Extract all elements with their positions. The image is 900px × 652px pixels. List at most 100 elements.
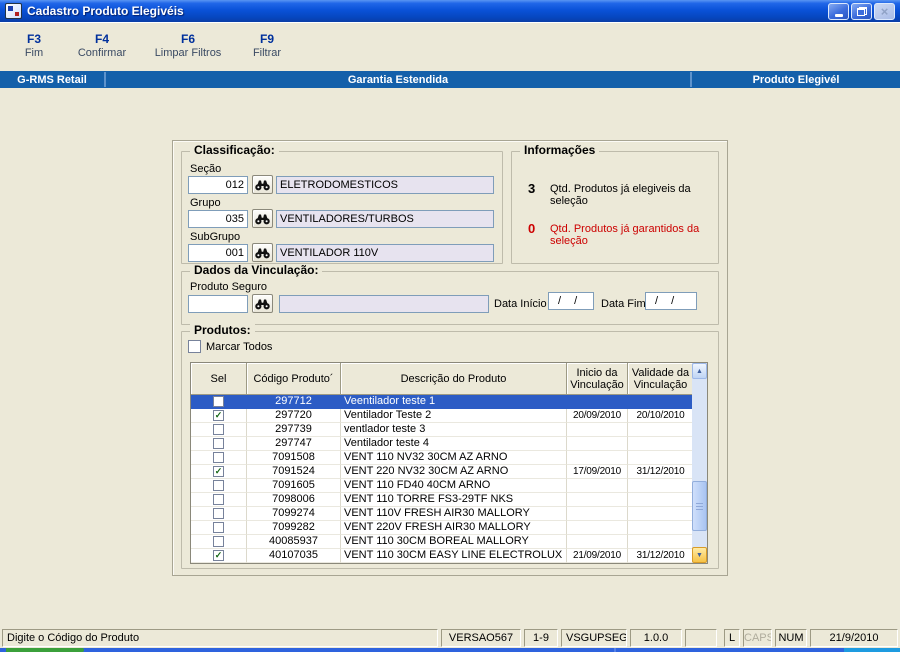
row-checkbox[interactable] [213,452,224,464]
button-label: Filtrar [252,47,282,59]
product-description: VENT 110 TORRE FS3-29TF NKS [341,493,567,507]
fkey-label: F6 [180,32,195,46]
table-row[interactable]: 297747 Ventilador teste 4 [191,437,707,451]
column-header-sel[interactable]: Sel [191,363,247,395]
row-sel-cell[interactable] [191,423,247,437]
informacoes-group: Informações 3 Qtd. Produtos já elegiveis… [511,144,719,264]
row-sel-cell[interactable] [191,535,247,549]
table-row[interactable]: 297739 ventlador teste 3 [191,423,707,437]
row-sel-cell[interactable] [191,451,247,465]
secao-lookup-button[interactable] [252,175,273,194]
secao-code-input[interactable]: 012 [188,176,248,194]
product-description: VENT 110V FRESH AIR30 MALLORY [341,507,567,521]
vinculacao-end-date [628,493,694,507]
column-header-descricao[interactable]: Descrição do Produto [341,363,567,395]
vinculacao-start-date: 17/09/2010 [567,465,628,479]
toolbar-button-filtrar[interactable]: F9 Filtrar [238,27,296,65]
scroll-down-button[interactable]: ▼ [692,547,707,563]
row-checkbox[interactable] [213,480,224,492]
status-module: VSGUPSEG [561,629,627,647]
guaranteed-label: Qtd. Produtos já garantidos da seleção [550,223,700,247]
data-inicio-input[interactable]: / / [548,292,594,310]
row-sel-cell[interactable] [191,521,247,535]
start-button-fragment[interactable] [6,648,84,652]
toolbar-button-limpar-filtros[interactable]: F6 Limpar Filtros [144,27,232,65]
group-title: Produtos: [190,324,255,337]
vinculacao-start-date [567,395,628,409]
data-fim-input[interactable]: / / [645,292,697,310]
row-checkbox[interactable] [213,424,224,436]
close-icon: × [880,3,889,19]
grupo-label: Grupo [190,197,221,209]
row-checkbox[interactable] [213,508,224,520]
row-sel-cell[interactable]: ✓ [191,549,247,563]
arrow-down-icon: ▼ [696,551,703,559]
produto-seguro-code-input[interactable] [188,295,248,313]
vinculacao-start-date [567,507,628,521]
row-checkbox[interactable] [213,536,224,548]
table-row[interactable]: 297712 Veentilador teste 1 [191,395,707,409]
table-row[interactable]: 7099274 VENT 110V FRESH AIR30 MALLORY [191,507,707,521]
table-row[interactable]: ✓ 7091524 VENT 220 NV32 30CM AZ ARNO 17/09/… [191,465,707,479]
button-label: Confirmar [77,47,127,59]
row-sel-cell[interactable] [191,395,247,409]
table-row[interactable]: ✓ 297720 Ventilador Teste 2 20/09/2010 20/10… [191,409,707,423]
column-header-inicio[interactable]: Inicio da Vinculação [567,363,628,395]
fkey-label: F3 [26,32,41,46]
vinculacao-end-date: 31/12/2010 [628,465,694,479]
vinculacao-end-date [628,451,694,465]
status-build: 1.0.0 [630,629,682,647]
row-sel-cell[interactable] [191,493,247,507]
table-row[interactable]: 7099282 VENT 220V FRESH AIR30 MALLORY [191,521,707,535]
product-description: Veentilador teste 1 [341,395,567,409]
banner-app-name: G-RMS Retail [17,73,87,86]
product-code: 297712 [247,395,341,409]
subgrupo-description-field: VENTILADOR 110V [276,244,494,262]
product-code: 297747 [247,437,341,451]
row-sel-cell[interactable] [191,437,247,451]
row-checkbox[interactable]: ✓ [213,410,224,422]
toolbar-button-fim[interactable]: F3 Fim [8,27,60,65]
row-checkbox[interactable] [213,396,224,408]
vinculacao-end-date [628,479,694,493]
column-header-validade[interactable]: Validade da Vinculação [628,363,694,395]
row-checkbox[interactable]: ✓ [213,466,224,478]
table-row[interactable]: 7091605 VENT 110 FD40 40CM ARNO [191,479,707,493]
marcar-todos-checkbox[interactable] [188,340,201,353]
status-range: 1-9 [524,629,558,647]
grupo-code-input[interactable]: 035 [188,210,248,228]
table-row[interactable]: ✓ 40107035 VENT 110 30CM EASY LINE ELECTRO… [191,549,707,563]
table-row[interactable]: 7091508 VENT 110 NV32 30CM AZ ARNO [191,451,707,465]
subgrupo-lookup-button[interactable] [252,243,273,262]
row-checkbox[interactable] [213,494,224,506]
toolbar-button-confirmar[interactable]: F4 Confirmar [66,27,138,65]
scrollbar-thumb[interactable] [692,481,707,531]
group-title: Dados da Vinculação: [190,264,323,277]
subgrupo-code-input[interactable]: 001 [188,244,248,262]
row-checkbox[interactable] [213,522,224,534]
group-title: Classificação: [190,144,279,157]
table-row[interactable]: 7098006 VENT 110 TORRE FS3-29TF NKS [191,493,707,507]
row-sel-cell[interactable]: ✓ [191,465,247,479]
row-sel-cell[interactable] [191,507,247,521]
close-button[interactable]: × [874,2,895,20]
vertical-scrollbar[interactable]: ▲ ▼ [692,363,707,563]
scroll-up-button[interactable]: ▲ [692,363,707,379]
row-checkbox[interactable] [213,438,224,450]
row-checkbox[interactable]: ✓ [213,550,224,562]
minimize-button[interactable] [828,2,849,20]
vinculacao-group: Dados da Vinculação: Produto Seguro Data… [181,264,719,325]
table-body: 297712 Veentilador teste 1 ✓ 297720 Ventilad… [191,395,707,563]
product-description: VENT 220 NV32 30CM AZ ARNO [341,465,567,479]
status-empty-panel [685,629,717,647]
column-header-codigo[interactable]: Código Produto ´ [247,363,341,395]
row-sel-cell[interactable]: ✓ [191,409,247,423]
vinculacao-start-date [567,479,628,493]
taskbar-divider [614,648,616,652]
fkey-label: F4 [94,32,109,46]
produto-seguro-lookup-button[interactable] [252,294,273,313]
restore-button[interactable] [851,2,872,20]
grupo-lookup-button[interactable] [252,209,273,228]
row-sel-cell[interactable] [191,479,247,493]
table-row[interactable]: 40085937 VENT 110 30CM BOREAL MALLORY [191,535,707,549]
